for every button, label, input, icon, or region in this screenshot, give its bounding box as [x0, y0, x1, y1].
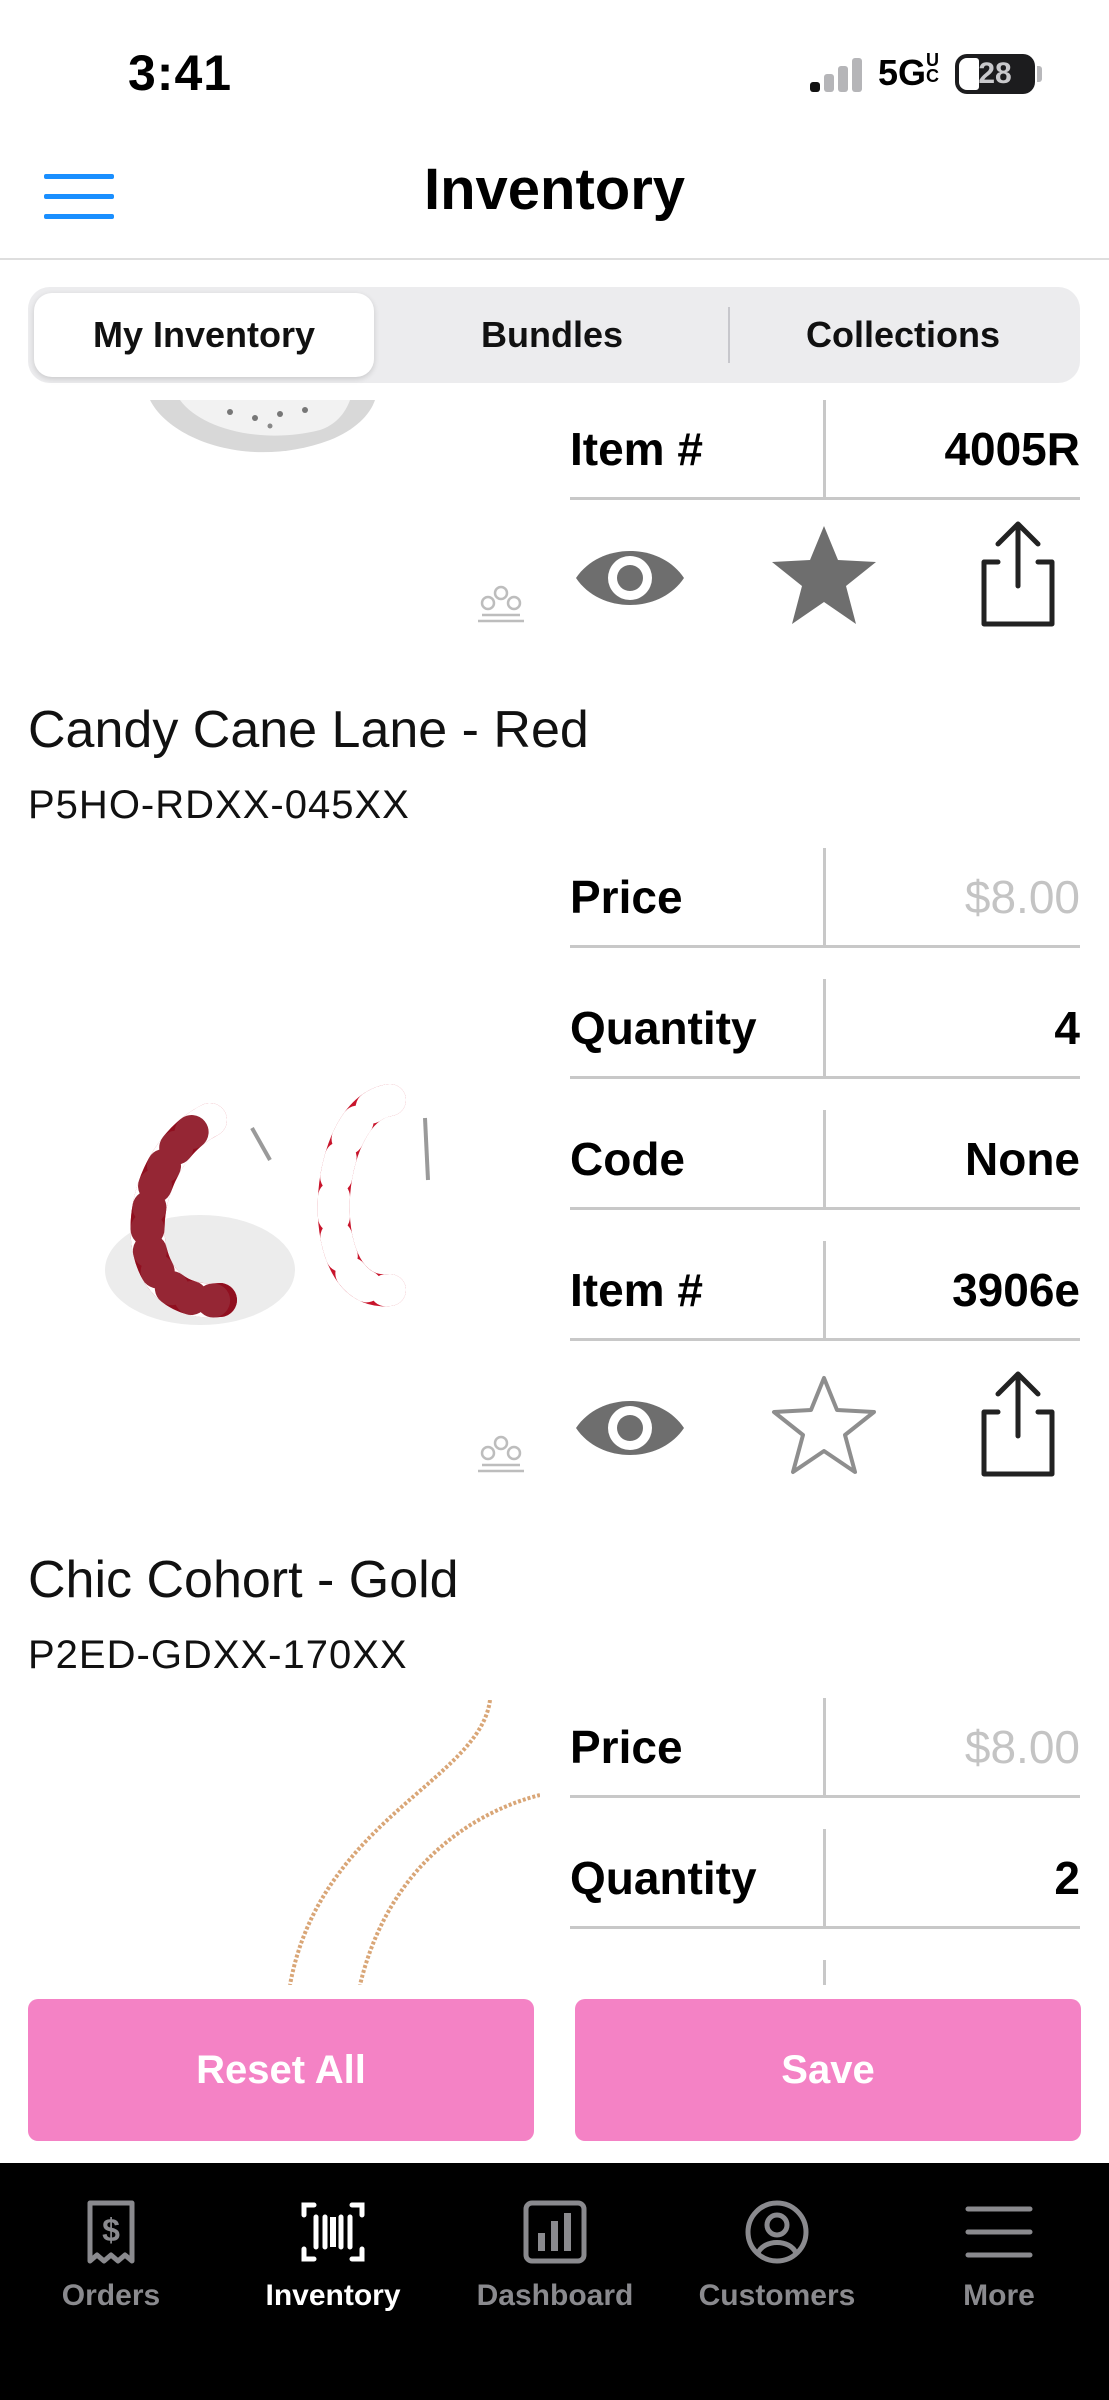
- tab-inventory[interactable]: Inventory: [222, 2183, 444, 2323]
- field-divider-partial: [823, 1960, 826, 1985]
- tab-label: Inventory: [265, 2279, 401, 2312]
- person-circle-icon: [745, 2200, 809, 2264]
- tab-more[interactable]: More: [888, 2183, 1109, 2323]
- product-title: Candy Cane Lane - Red: [28, 701, 589, 759]
- field-quantity[interactable]: Quantity 4: [570, 979, 1080, 1079]
- field-label: Price: [570, 870, 683, 923]
- field-quantity[interactable]: Quantity 2: [570, 1829, 1080, 1929]
- field-divider: [823, 1241, 826, 1338]
- earring-product-image: [105, 1084, 430, 1325]
- field-label: Price: [570, 1720, 683, 1773]
- cellular-signal-icon: [810, 56, 866, 92]
- nav-header: Inventory: [0, 140, 1109, 260]
- share-icon[interactable]: [958, 520, 1078, 630]
- field-item-number[interactable]: Item # 3906e: [570, 1241, 1080, 1341]
- field-label: Quantity: [570, 1851, 757, 1904]
- product-title: Chic Cohort - Gold: [28, 1551, 459, 1609]
- ring-product-image: [150, 400, 375, 453]
- segment-collections[interactable]: Collections: [732, 293, 1074, 377]
- inventory-list[interactable]: Item # 4005R Candy Cane Lane - Red P5HO-…: [0, 400, 1109, 1985]
- field-label: Quantity: [570, 1001, 757, 1054]
- field-label: Item #: [570, 422, 703, 475]
- field-item-number[interactable]: Item # 4005R: [570, 400, 1080, 500]
- inventory-segmented-control: My Inventory Bundles Collections: [28, 287, 1080, 383]
- field-price[interactable]: Price $8.00: [570, 1698, 1080, 1798]
- svg-text:$: $: [102, 2212, 120, 2248]
- battery-cap: [1037, 66, 1042, 82]
- field-value: 3906e: [952, 1263, 1080, 1316]
- necklace-product-image: [288, 1700, 540, 1985]
- product-sku: P2ED-GDXX-170XX: [28, 1633, 408, 1677]
- field-divider: [823, 1110, 826, 1207]
- field-divider: [823, 979, 826, 1076]
- save-button[interactable]: Save: [575, 1999, 1081, 2141]
- field-value: $8.00: [964, 1720, 1080, 1773]
- field-value: 4: [1054, 1001, 1080, 1054]
- field-divider: [823, 1698, 826, 1795]
- field-value: 4005R: [944, 422, 1080, 475]
- segment-divider: [728, 307, 730, 363]
- favorite-star-outline-icon[interactable]: [764, 1370, 884, 1480]
- tab-dashboard[interactable]: Dashboard: [444, 2183, 666, 2323]
- status-bar: 3:41 5GUC 28: [0, 0, 1109, 140]
- field-value: 2: [1054, 1851, 1080, 1904]
- segment-bundles[interactable]: Bundles: [380, 293, 724, 377]
- bottom-action-bar: Reset All Save: [0, 1985, 1109, 2163]
- product-sku: P5HO-RDXX-045XX: [28, 783, 410, 827]
- tab-label: More: [963, 2279, 1035, 2312]
- bar-chart-icon: [523, 2200, 587, 2264]
- field-code[interactable]: Code None: [570, 1110, 1080, 1210]
- network-suffix: UC: [926, 50, 940, 86]
- more-lines-icon: [965, 2206, 1033, 2258]
- field-divider: [823, 400, 826, 497]
- view-eye-icon[interactable]: [570, 520, 690, 630]
- status-time: 3:41: [128, 45, 233, 101]
- field-price[interactable]: Price $8.00: [570, 848, 1080, 948]
- reset-all-button[interactable]: Reset All: [28, 1999, 534, 2141]
- tab-label: Dashboard: [476, 2279, 634, 2312]
- tab-label: Orders: [61, 2279, 161, 2312]
- field-label: Code: [570, 1132, 685, 1185]
- field-divider: [823, 1829, 826, 1926]
- crown-icon: [478, 1435, 524, 1473]
- battery-percent: 28: [978, 57, 1012, 90]
- segment-my-inventory[interactable]: My Inventory: [34, 293, 374, 377]
- page-title: Inventory: [423, 157, 686, 222]
- share-icon[interactable]: [958, 1370, 1078, 1480]
- tab-bar: $ Orders Inventory Dashboard Customers M…: [0, 2163, 1109, 2400]
- network-label: 5GUC: [878, 50, 940, 94]
- tab-customers[interactable]: Customers: [666, 2183, 888, 2323]
- favorite-star-filled-icon[interactable]: [764, 520, 884, 630]
- tab-orders[interactable]: $ Orders: [0, 2183, 222, 2323]
- field-label: Item #: [570, 1263, 703, 1316]
- tab-label: Customers: [698, 2279, 856, 2312]
- barcode-scan-icon: [301, 2202, 365, 2262]
- field-value: None: [965, 1132, 1080, 1185]
- crown-icon: [478, 585, 524, 623]
- battery-icon: 28: [955, 54, 1035, 94]
- view-eye-icon[interactable]: [570, 1370, 690, 1480]
- battery-level: [959, 58, 980, 90]
- network-type: 5G: [878, 52, 927, 93]
- field-divider: [823, 848, 826, 945]
- receipt-dollar-icon: $: [87, 2200, 135, 2264]
- field-value: $8.00: [964, 870, 1080, 923]
